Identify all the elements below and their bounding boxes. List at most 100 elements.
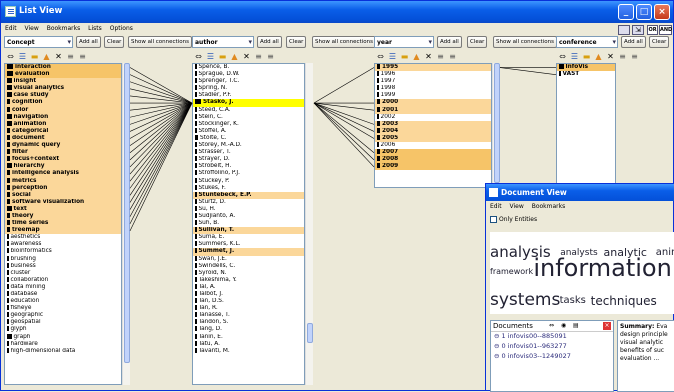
concept-align2-icon[interactable]: ≡ — [78, 52, 87, 61]
author-list-item[interactable]: Tan, R. — [193, 305, 304, 312]
concept-list-item[interactable]: animation — [5, 120, 121, 128]
conference-sort-icon[interactable]: ⇔ — [558, 52, 567, 61]
author-list-item[interactable]: Strayer, D. — [193, 156, 304, 163]
concept-align-icon[interactable]: ≡ — [66, 52, 75, 61]
cloud-word[interactable]: framework — [490, 267, 533, 276]
author-list-item[interactable]: Stein, C. — [193, 113, 304, 121]
concept-list-item[interactable]: geospatial — [5, 319, 121, 326]
concept-list-item[interactable]: data mining — [5, 283, 121, 291]
doc-menu-view[interactable]: View — [510, 203, 524, 210]
concept-list-item[interactable]: metrics — [5, 177, 121, 185]
document-eye-icon[interactable]: ⊖ — [494, 332, 502, 340]
concept-list-item[interactable]: education — [5, 298, 121, 305]
author-list-item[interactable]: Stuntebeck, E.P. — [193, 191, 304, 199]
concept-list-item[interactable]: cluster — [5, 269, 121, 277]
year-list-item[interactable]: 2005 — [375, 134, 491, 143]
concept-list-item[interactable]: treemap — [5, 227, 121, 235]
conference-bar-icon[interactable]: ▬ — [582, 52, 591, 61]
author-list-item[interactable]: Sudjianto, A. — [193, 212, 304, 220]
author-list-item[interactable]: Takeshima, Y. — [193, 276, 304, 284]
and-toggle[interactable]: AND — [659, 25, 672, 35]
author-list-item[interactable]: Syroid, N. — [193, 269, 304, 277]
author-list-item[interactable]: Swindells, C. — [193, 262, 304, 270]
author-dropdown[interactable]: author — [192, 36, 254, 48]
author-up-icon[interactable]: ▲ — [230, 52, 239, 61]
year-show-all-connections-button[interactable]: Show all connections — [493, 36, 557, 48]
year-clear-button[interactable]: Clear — [467, 36, 488, 48]
author-list-item[interactable]: Talbot, J. — [193, 291, 304, 298]
conference-clear-button[interactable]: Clear — [649, 36, 670, 48]
concept-show-all-connections-button[interactable]: Show all connections — [128, 36, 192, 48]
concept-list-item[interactable]: filter — [5, 149, 121, 157]
concept-list-item[interactable]: fisheye — [5, 305, 121, 312]
document-eye-icon[interactable]: ⊖ — [494, 342, 502, 350]
year-list-item[interactable]: 1998 — [375, 85, 491, 92]
author-list-item[interactable]: Tanin, E. — [193, 333, 304, 341]
author-list-item[interactable]: Spring, N. — [193, 85, 304, 92]
concept-list-item[interactable]: intelligence analysis — [5, 170, 121, 178]
author-sort-icon[interactable]: ⇔ — [194, 52, 203, 61]
conference-add-all-button[interactable]: Add all — [621, 36, 646, 48]
conference-list-icon[interactable]: ☰ — [570, 52, 579, 61]
year-list-item[interactable]: 1999 — [375, 92, 491, 99]
scroll-thumb[interactable] — [124, 63, 130, 363]
minimize-button[interactable]: _ — [618, 4, 634, 20]
concept-list-item[interactable]: focus+context — [5, 156, 121, 164]
doc-list-icon[interactable]: ▤ — [573, 322, 579, 329]
document-eye-icon[interactable]: ⊖ — [494, 352, 502, 360]
concept-add-all-button[interactable]: Add all — [76, 36, 101, 48]
year-list-item[interactable]: 1996 — [375, 71, 491, 78]
author-clear-button[interactable]: Clear — [286, 36, 307, 48]
concept-list-item[interactable]: cognition — [5, 99, 121, 107]
year-list-item[interactable]: 2007 — [375, 149, 491, 157]
menu-options[interactable]: Options — [110, 25, 133, 32]
year-align-icon[interactable]: ≡ — [436, 52, 445, 61]
concept-list-item[interactable]: bioinformatics — [5, 248, 121, 255]
author-list-item[interactable]: Steed, C.A. — [193, 106, 304, 114]
year-list-item[interactable]: 2003 — [375, 120, 491, 128]
year-list-item[interactable]: 2000 — [375, 99, 491, 107]
concept-list-item[interactable]: database — [5, 291, 121, 298]
author-list-icon[interactable]: ☰ — [206, 52, 215, 61]
author-list-item[interactable]: Tan, D.S. — [193, 298, 304, 305]
doc-view-icon[interactable]: ◉ — [561, 322, 566, 329]
document-row[interactable]: ⊖ 0 infovis01--963277 — [491, 342, 613, 352]
conference-list-item[interactable]: VAST — [557, 71, 615, 78]
author-list-item[interactable]: Sturtz, D. — [193, 198, 304, 206]
year-list-icon[interactable]: ☰ — [388, 52, 397, 61]
year-list-item[interactable]: 2008 — [375, 156, 491, 164]
concept-list-item[interactable]: hardware — [5, 340, 121, 348]
concept-scrollbar[interactable] — [122, 63, 130, 385]
concept-list-item[interactable]: document — [5, 134, 121, 143]
document-row[interactable]: ⊖ 0 infovis03--1249027 — [491, 352, 613, 362]
author-list-item[interactable]: Summers, K.L. — [193, 241, 304, 248]
year-list-item[interactable]: 2001 — [375, 106, 491, 114]
year-list-item[interactable]: 2009 — [375, 163, 491, 171]
concept-list-item[interactable]: collaboration — [5, 276, 121, 284]
author-list-item[interactable]: Sullivan, T. — [193, 227, 304, 235]
concept-list-item[interactable]: theory — [5, 212, 121, 221]
year-up-icon[interactable]: ▲ — [412, 52, 421, 61]
author-list-item[interactable]: Stockinger, K. — [193, 120, 304, 128]
author-list-item[interactable]: Spence, B. — [193, 64, 304, 71]
conference-align2-icon[interactable]: ≡ — [630, 52, 639, 61]
author-scrollbar[interactable] — [305, 63, 313, 385]
concept-list-item[interactable]: graph — [5, 333, 121, 341]
concept-list-item[interactable]: categorical — [5, 127, 121, 135]
concept-clear-button[interactable]: Clear — [104, 36, 125, 48]
author-list-item[interactable]: Summet, J. — [193, 248, 304, 256]
doc-menu-edit[interactable]: Edit — [490, 203, 502, 210]
author-list-item[interactable]: Stukes, F. — [193, 184, 304, 192]
year-align2-icon[interactable]: ≡ — [448, 52, 457, 61]
year-add-all-button[interactable]: Add all — [437, 36, 462, 48]
concept-list-item[interactable]: time series — [5, 220, 121, 228]
concept-list-item[interactable]: brushing — [5, 255, 121, 263]
cloud-word[interactable]: systems — [490, 290, 560, 310]
concept-up-icon[interactable]: ▲ — [42, 52, 51, 61]
menu-bookmarks[interactable]: Bookmarks — [47, 25, 81, 32]
author-list-item[interactable]: Tavanti, M. — [193, 347, 304, 355]
year-list-item[interactable]: 2004 — [375, 127, 491, 135]
year-list-item[interactable]: 2002 — [375, 113, 491, 121]
author-list-item[interactable]: Stoffel, A. — [193, 127, 304, 135]
concept-list-item[interactable]: hierarchy — [5, 163, 121, 171]
